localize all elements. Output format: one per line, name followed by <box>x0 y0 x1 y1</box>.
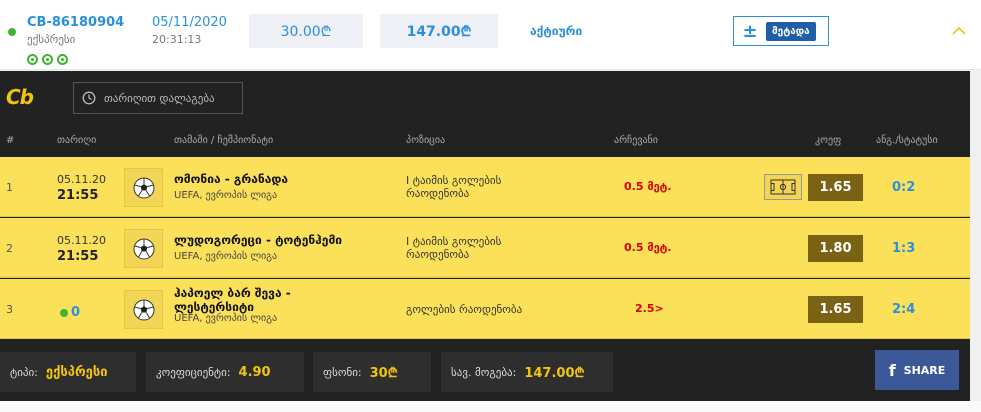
progress-dot <box>57 54 68 65</box>
match-date: 05.11.20 <box>57 173 106 186</box>
match-time: 21:55 <box>57 249 99 264</box>
bet-summary: ტიპი: ექსპრესი კოეფიციენტი: 4.90 ფსონი: … <box>0 347 970 401</box>
row-number: 1 <box>6 181 13 194</box>
match-score: 1:3 <box>892 241 916 256</box>
bet-history-page: CB-86180904 ექსპრესი 05/11/2020 20:31:13… <box>0 0 981 412</box>
side-gutter <box>970 71 981 401</box>
odds-badge: 1.80 <box>808 235 863 262</box>
summary-coefficient-value: 4.90 <box>238 364 271 380</box>
row-number: 2 <box>6 242 13 255</box>
bet-header[interactable]: CB-86180904 ექსპრესი 05/11/2020 20:31:13… <box>0 0 981 70</box>
bet-pick: 2.5> <box>635 302 664 315</box>
bet-pick: 0.5 მეტ. <box>624 241 672 254</box>
table-row: 3 0 ჰაპოელ ბარ შევა - ლესტერსიტი UEFA, ე… <box>0 279 970 339</box>
bet-details-panel: Cb თარიღით დალაგება # თარიღი თამაში / ჩე… <box>0 71 970 401</box>
sport-badge <box>124 290 163 329</box>
bet-type: ექსპრესი <box>27 33 76 46</box>
bottom-gutter <box>0 401 981 412</box>
col-odds: კოეფ <box>815 135 842 146</box>
football-icon <box>133 177 154 198</box>
col-game: თამაში / ჩემპიონატი <box>174 135 274 146</box>
match-score: 0:2 <box>892 180 916 195</box>
progress-dot <box>27 54 38 65</box>
match-score: 2:4 <box>892 302 916 317</box>
bet-market: I ტაიმის გოლების რაოდენობა <box>406 235 502 261</box>
progress-dots <box>27 54 68 65</box>
table-row: 2 05.11.20 21:55 ლუდოგორეცი - ტოტენჰემი … <box>0 218 970 278</box>
summary-total-key: სავ. მოგება: <box>451 365 517 379</box>
field-icon <box>770 179 796 195</box>
football-icon <box>133 238 154 259</box>
bet-market: I ტაიმის გოლების რაოდენობა <box>406 174 502 200</box>
match-teams: ლუდოგორეცი - ტოტენჰემი <box>174 233 343 247</box>
col-number: # <box>6 135 15 146</box>
bet-status: აქტიური <box>530 24 583 38</box>
summary-type: ტიპი: ექსპრესი <box>0 352 136 392</box>
summary-stake-key: ფსონი: <box>323 365 362 379</box>
table-header: # თარიღი თამაში / ჩემპიონატი პოზიცია არჩ… <box>0 129 970 157</box>
facebook-icon: f <box>888 360 896 380</box>
summary-coefficient-key: კოეფიციენტი: <box>156 365 231 379</box>
progress-dot <box>42 54 53 65</box>
summary-stake: ფსონი: 30₾ <box>313 352 431 392</box>
facebook-share-button[interactable]: f SHARE <box>875 350 959 390</box>
bet-date: 05/11/2020 <box>152 15 227 30</box>
odds-badge: 1.65 <box>808 174 863 201</box>
details-button[interactable]: ± მეტადა <box>733 16 829 46</box>
match-teams: ომონია - გრანადა <box>174 172 289 186</box>
sport-badge <box>124 229 163 268</box>
team-line-1: ჰაპოელ ბარ შევა - <box>174 286 291 300</box>
clock-icon <box>82 91 96 105</box>
summary-stake-value: 30₾ <box>369 366 398 381</box>
odds-badge: 1.65 <box>808 296 863 323</box>
bet-market: გოლების რაოდენობა <box>406 303 523 316</box>
col-choice: არჩევანი <box>614 135 658 146</box>
plus-minus-icon: ± <box>742 20 758 42</box>
bet-pick: 0.5 მეტ. <box>624 180 672 193</box>
match-time: 21:55 <box>57 188 99 203</box>
summary-type-value: ექსპრესი <box>45 364 108 380</box>
summary-type-key: ტიპი: <box>10 365 38 379</box>
col-position: პოზიცია <box>406 135 446 146</box>
share-label: SHARE <box>903 363 946 377</box>
live-minute: 0 <box>71 305 81 320</box>
table-row: 1 05.11.20 21:55 ომონია - გრანადა UEFA, … <box>0 157 970 217</box>
stake-amount: 30.00₾ <box>249 14 363 48</box>
status-dot <box>8 28 16 36</box>
brand-logo: Cb <box>6 85 34 109</box>
match-league: UEFA, ევროპის ლიგა <box>174 251 278 262</box>
match-league: UEFA, ევროპის ლიგა <box>174 313 278 324</box>
match-date: 05.11.20 <box>57 234 106 247</box>
row-number: 3 <box>6 303 13 316</box>
live-indicator <box>60 309 68 317</box>
summary-total-value: 147.00₾ <box>524 366 585 381</box>
team-line-2: ლესტერსიტი <box>174 300 255 314</box>
bet-time: 20:31:13 <box>152 33 202 46</box>
chevron-up-icon[interactable] <box>950 22 968 40</box>
match-teams: ჰაპოელ ბარ შევა - ლესტერსიტი <box>174 286 291 314</box>
possible-win-amount: 147.00₾ <box>380 14 498 48</box>
bet-id: CB-86180904 <box>27 15 125 30</box>
stadium-field-icon[interactable] <box>764 174 802 200</box>
sort-by-date-button[interactable]: თარიღით დალაგება <box>73 82 243 114</box>
football-icon <box>133 299 154 320</box>
match-league: UEFA, ევროპის ლიგა <box>174 190 278 201</box>
sort-by-date-label: თარიღით დალაგება <box>104 91 215 105</box>
summary-total-win: სავ. მოგება: 147.00₾ <box>441 352 613 392</box>
col-status: ანგ./სტატუსი <box>876 135 938 146</box>
sport-badge <box>124 168 163 207</box>
summary-coefficient: კოეფიციენტი: 4.90 <box>146 352 304 392</box>
col-date: თარიღი <box>57 135 97 146</box>
details-button-label: მეტადა <box>766 21 816 41</box>
